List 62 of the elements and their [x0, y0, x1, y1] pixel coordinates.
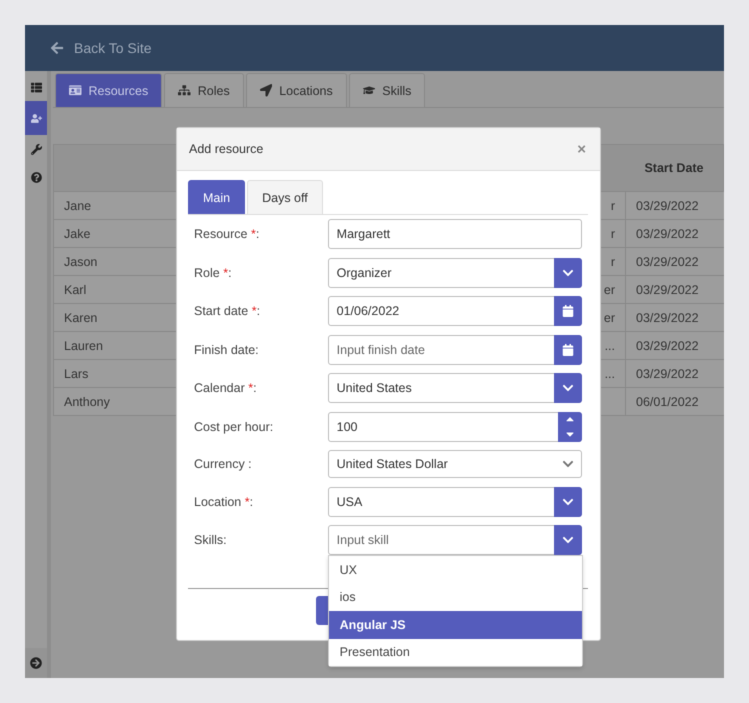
table-cell: 06/01/2022	[625, 388, 724, 416]
dropdown-option[interactable]: ios	[328, 584, 582, 611]
input-field[interactable]: USA	[328, 488, 554, 516]
dropdown-option[interactable]: Presentation	[328, 638, 582, 666]
dropdown-button[interactable]	[554, 373, 582, 403]
calendar-button[interactable]	[554, 296, 582, 326]
input-field[interactable]: United States Dollar	[328, 451, 555, 477]
tab[interactable]: Roles	[164, 73, 244, 107]
field-label: Skills:	[194, 533, 228, 547]
select-field[interactable]: United States	[328, 373, 582, 403]
chevron-down-icon	[562, 534, 574, 546]
dialog-title: Add resource	[189, 142, 264, 156]
input-field[interactable]: Margarett	[328, 220, 581, 248]
tab[interactable]: Locations	[246, 73, 347, 107]
dropdown-button[interactable]	[554, 486, 582, 516]
tab[interactable]: Main	[188, 180, 246, 214]
column-header: Start Date	[625, 144, 724, 192]
date-field[interactable]: Input finish date	[328, 334, 582, 364]
table-cell: 03/29/2022	[625, 248, 724, 276]
list-icon	[30, 82, 42, 92]
field-label: Location *:	[194, 494, 254, 508]
expand-button[interactable]	[25, 648, 47, 678]
dropdown-option[interactable]: UX	[328, 556, 582, 584]
dropdown-option[interactable]: Angular JS	[328, 611, 582, 638]
graduation-cap-icon	[362, 84, 376, 97]
arrow-icon	[260, 84, 272, 97]
chevron-down-icon	[562, 458, 574, 470]
help-icon	[30, 172, 42, 182]
date-field[interactable]: 01/06/2022	[328, 296, 582, 326]
field-label: Currency :	[194, 457, 253, 471]
input-field[interactable]: Input skill	[328, 526, 554, 554]
id-card-icon	[69, 84, 82, 97]
table-cell: 03/29/2022	[625, 360, 724, 388]
tab[interactable]: Skills	[348, 73, 426, 107]
field-label: Resource *:	[194, 227, 260, 241]
back-link[interactable]: Back To Site	[50, 40, 152, 56]
select-field[interactable]: United States Dollar	[328, 450, 582, 478]
tab[interactable]: Resources	[55, 73, 162, 107]
arrow-right-icon	[30, 657, 42, 669]
wrench-icon	[30, 144, 42, 154]
table-cell: 03/29/2022	[625, 332, 724, 360]
dropdown-button[interactable]	[554, 525, 582, 555]
dropdown-button[interactable]	[554, 258, 582, 288]
table-cell: 03/29/2022	[625, 304, 724, 332]
table-cell: 03/29/2022	[625, 192, 724, 220]
calendar-button[interactable]	[554, 334, 582, 364]
calendar-icon	[562, 305, 574, 317]
select-field[interactable]: USA	[328, 486, 582, 516]
tab[interactable]: Days off	[247, 180, 323, 214]
field-label: Finish date:	[194, 342, 260, 356]
table-cell: 03/29/2022	[625, 276, 724, 304]
sitemap-icon	[178, 84, 191, 97]
number-field[interactable]: 100	[328, 412, 582, 442]
sidebar-item[interactable]	[25, 101, 47, 135]
chevron-down-icon	[562, 382, 574, 394]
field-label: Cost per hour:	[194, 420, 274, 434]
calendar-icon	[562, 344, 574, 356]
add-user-icon	[30, 112, 42, 124]
field-label: Start date *:	[194, 304, 262, 318]
arrow-left-icon	[50, 41, 64, 55]
table-cell: 03/29/2022	[625, 220, 724, 248]
select-field[interactable]: Organizer	[328, 258, 582, 288]
